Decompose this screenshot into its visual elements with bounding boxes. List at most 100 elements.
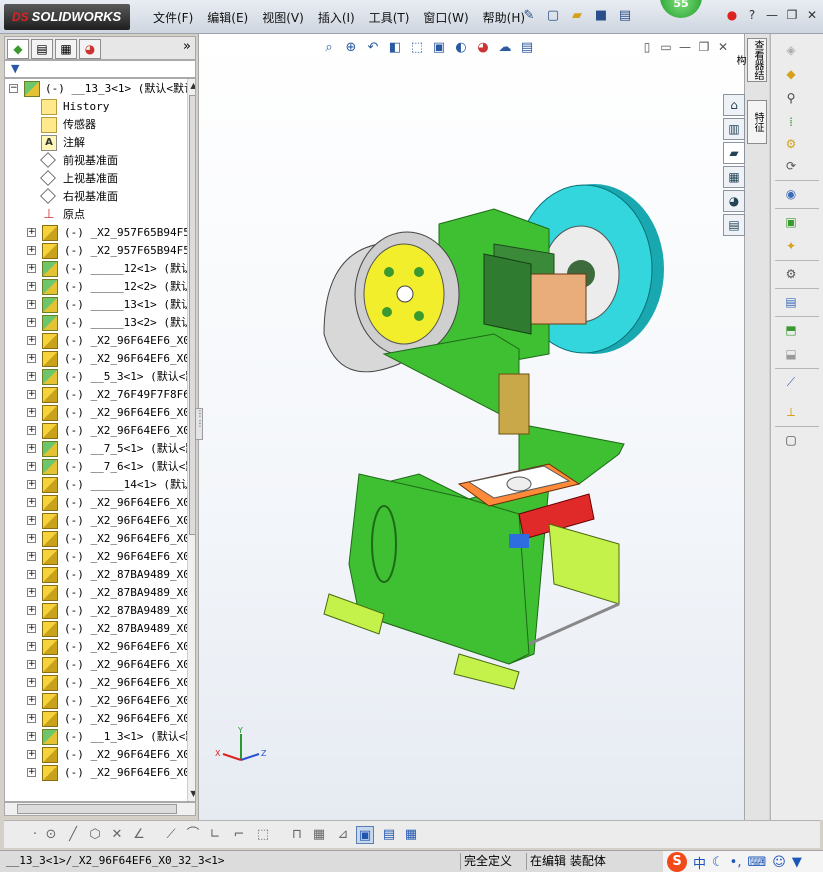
section-view-icon[interactable]: ◧ [385,38,405,58]
keyboard-icon[interactable]: ⌨ [747,855,766,870]
apply-scene-icon[interactable]: ☁ [495,38,515,58]
viewport-close-icon[interactable]: ✕ [716,40,730,54]
zoom-area-icon[interactable]: ⊕ [341,38,361,58]
tree-item[interactable]: + (-) _____14<1> (默认 [5,476,192,494]
property-manager-tab[interactable]: ▤ [31,39,53,59]
tree-item[interactable]: + (-) _X2_96F64EF6_X0_ [5,638,195,656]
paperclip-icon[interactable]: ⚲ [781,88,801,108]
panel-splitter-handle[interactable]: ⋮ ⋮ [195,408,204,440]
expand-toggle[interactable]: + [27,336,36,345]
punch-press-model[interactable] [319,184,699,694]
menu-file[interactable]: 文件(F) [146,9,200,26]
box-view-icon[interactable]: ▣ [356,826,374,844]
zoom-to-fit-icon[interactable]: ⌕ [319,38,339,58]
new-document-icon[interactable]: ▢ [544,7,562,25]
hide-show-icon[interactable]: ◐ [451,38,471,58]
tree-root[interactable]: − (-) __13_3<1> (默认<默认 [5,80,195,98]
scroll-down-icon[interactable]: ▼ [189,789,195,801]
edit-appearance-icon[interactable]: ◕ [473,38,493,58]
shirt-icon[interactable]: ▼ [792,855,802,870]
menu-tools[interactable]: 工具(T) [362,9,417,26]
expand-toggle[interactable]: + [27,678,36,687]
expand-toggle[interactable]: + [27,372,36,381]
expand-toggle[interactable]: + [27,768,36,777]
traffic-light-icon[interactable]: ● [725,8,739,22]
grid-icon[interactable]: ▦ [310,826,328,844]
expand-panel-icon[interactable]: » [183,39,191,54]
tree-item[interactable]: + (-) _X2_87BA9489_X0_ [5,620,195,638]
tree-item[interactable]: History [5,98,185,116]
tile-horizontal-icon[interactable]: ▤ [380,826,398,844]
tree-item[interactable]: + (-) _X2_96F64EF6_X0_ [5,530,195,548]
linear-pattern-icon[interactable]: ⁞ [781,112,801,132]
move-component-icon[interactable]: ⟳ [781,156,801,176]
expand-toggle[interactable]: + [27,606,36,615]
viewport-restore-icon[interactable]: ❐ [697,40,711,54]
tree-item[interactable]: + (-) __5_3<1> (默认<默 [5,368,195,386]
tree-item[interactable]: + (-) _X2_96F64EF6_X0_ [5,512,195,530]
expand-toggle[interactable]: + [27,444,36,453]
menu-window[interactable]: 窗口(W) [416,9,475,26]
measure-icon[interactable]: ⟂ [781,402,801,422]
circle-icon[interactable]: ⊙ [42,826,60,844]
task-pane-tab-viewer[interactable]: 查看器结构 [734,38,767,82]
tree-vertical-scrollbar[interactable]: ▲ ▼ [187,79,195,801]
menu-edit[interactable]: 编辑(E) [200,9,255,26]
expand-toggle[interactable]: + [27,642,36,651]
restore-icon[interactable]: ❐ [785,8,799,22]
expand-toggle[interactable]: + [27,264,36,273]
design-library-icon[interactable]: ▥ [723,118,745,140]
expand-toggle[interactable]: + [27,246,36,255]
tree-item[interactable]: + (-) _X2_87BA9489_X0_ [5,584,195,602]
tree-item[interactable]: + (-) _____13<1> (默认 [5,296,192,314]
expand-toggle[interactable]: + [27,408,36,417]
ime-language-toggle[interactable]: 中 [693,853,706,872]
save-icon[interactable]: ■ [592,7,610,25]
expand-toggle[interactable]: + [27,228,36,237]
expand-toggle[interactable]: + [27,750,36,759]
tree-item[interactable]: + (-) _X2_957F65B94F53 [5,242,195,260]
show-hidden-icon[interactable]: ◉ [781,184,801,204]
expand-toggle[interactable]: + [27,570,36,579]
help-icon[interactable]: ? [745,8,759,22]
tree-item[interactable]: + (-) _X2_96F64EF6_X0_ [5,548,195,566]
interference-icon[interactable]: ⟋ [781,372,801,392]
extend-icon[interactable]: ∠ [130,826,148,844]
print-icon[interactable]: ▤ [616,7,634,25]
tree-item[interactable]: + (-) __7_5<1> (默认<默 [5,440,195,458]
mirror-icon[interactable]: ⬚ [254,826,272,844]
tree-item[interactable]: A 注解 [5,134,185,152]
previous-view-icon[interactable]: ↶ [363,38,383,58]
offset-icon[interactable]: ⌐ [230,826,248,844]
sogou-input-icon[interactable]: S [667,852,687,872]
expand-toggle[interactable]: + [27,300,36,309]
minimize-icon[interactable]: — [765,8,779,22]
tree-item[interactable]: + (-) __7_6<1> (默认<默 [5,458,195,476]
expand-toggle[interactable]: + [27,354,36,363]
expand-toggle[interactable]: + [27,624,36,633]
expand-toggle[interactable]: + [27,714,36,723]
home-icon[interactable]: ⌂ [723,94,745,116]
viewport-split-icon[interactable]: ▯ [640,40,654,54]
user-icon[interactable]: ☺ [772,855,786,870]
properties-icon[interactable]: ▢ [781,430,801,450]
tree-filter[interactable]: ▼ [4,60,196,78]
tree-item[interactable]: ⊥ 原点 [5,206,185,224]
punctuation-icon[interactable]: •, [730,855,742,870]
tree-item[interactable]: 右视基准面 [5,188,185,206]
assembly-features-icon[interactable]: ▣ [781,212,801,232]
graphics-area[interactable]: ⌕ ⊕ ↶ ◧ ⬚ ▣ ◐ ◕ ☁ ▤ ▯ ▭ — ❐ ✕ Y X Z [198,34,744,820]
expand-toggle[interactable]: + [27,318,36,327]
task-pane-tab-features[interactable]: 特征 [747,100,767,144]
expand-toggle[interactable]: + [27,516,36,525]
feature-manager-tab[interactable]: ◆ [7,39,29,59]
tree-item[interactable]: + (-) _X2_96F64EF6_X0_ [5,710,195,728]
tree-horizontal-scrollbar[interactable] [4,802,196,816]
appearances-icon[interactable]: ◕ [723,190,745,212]
tree-item[interactable]: + (-) _X2_96F64EF6_X0_ [5,692,195,710]
expand-toggle[interactable]: + [27,588,36,597]
viewport-tile-icon[interactable]: ▭ [659,40,673,54]
custom-properties-icon[interactable]: ▤ [723,214,745,236]
tree-item[interactable]: 前视基准面 [5,152,185,170]
exploded-view-icon[interactable]: ⬒ [781,320,801,340]
